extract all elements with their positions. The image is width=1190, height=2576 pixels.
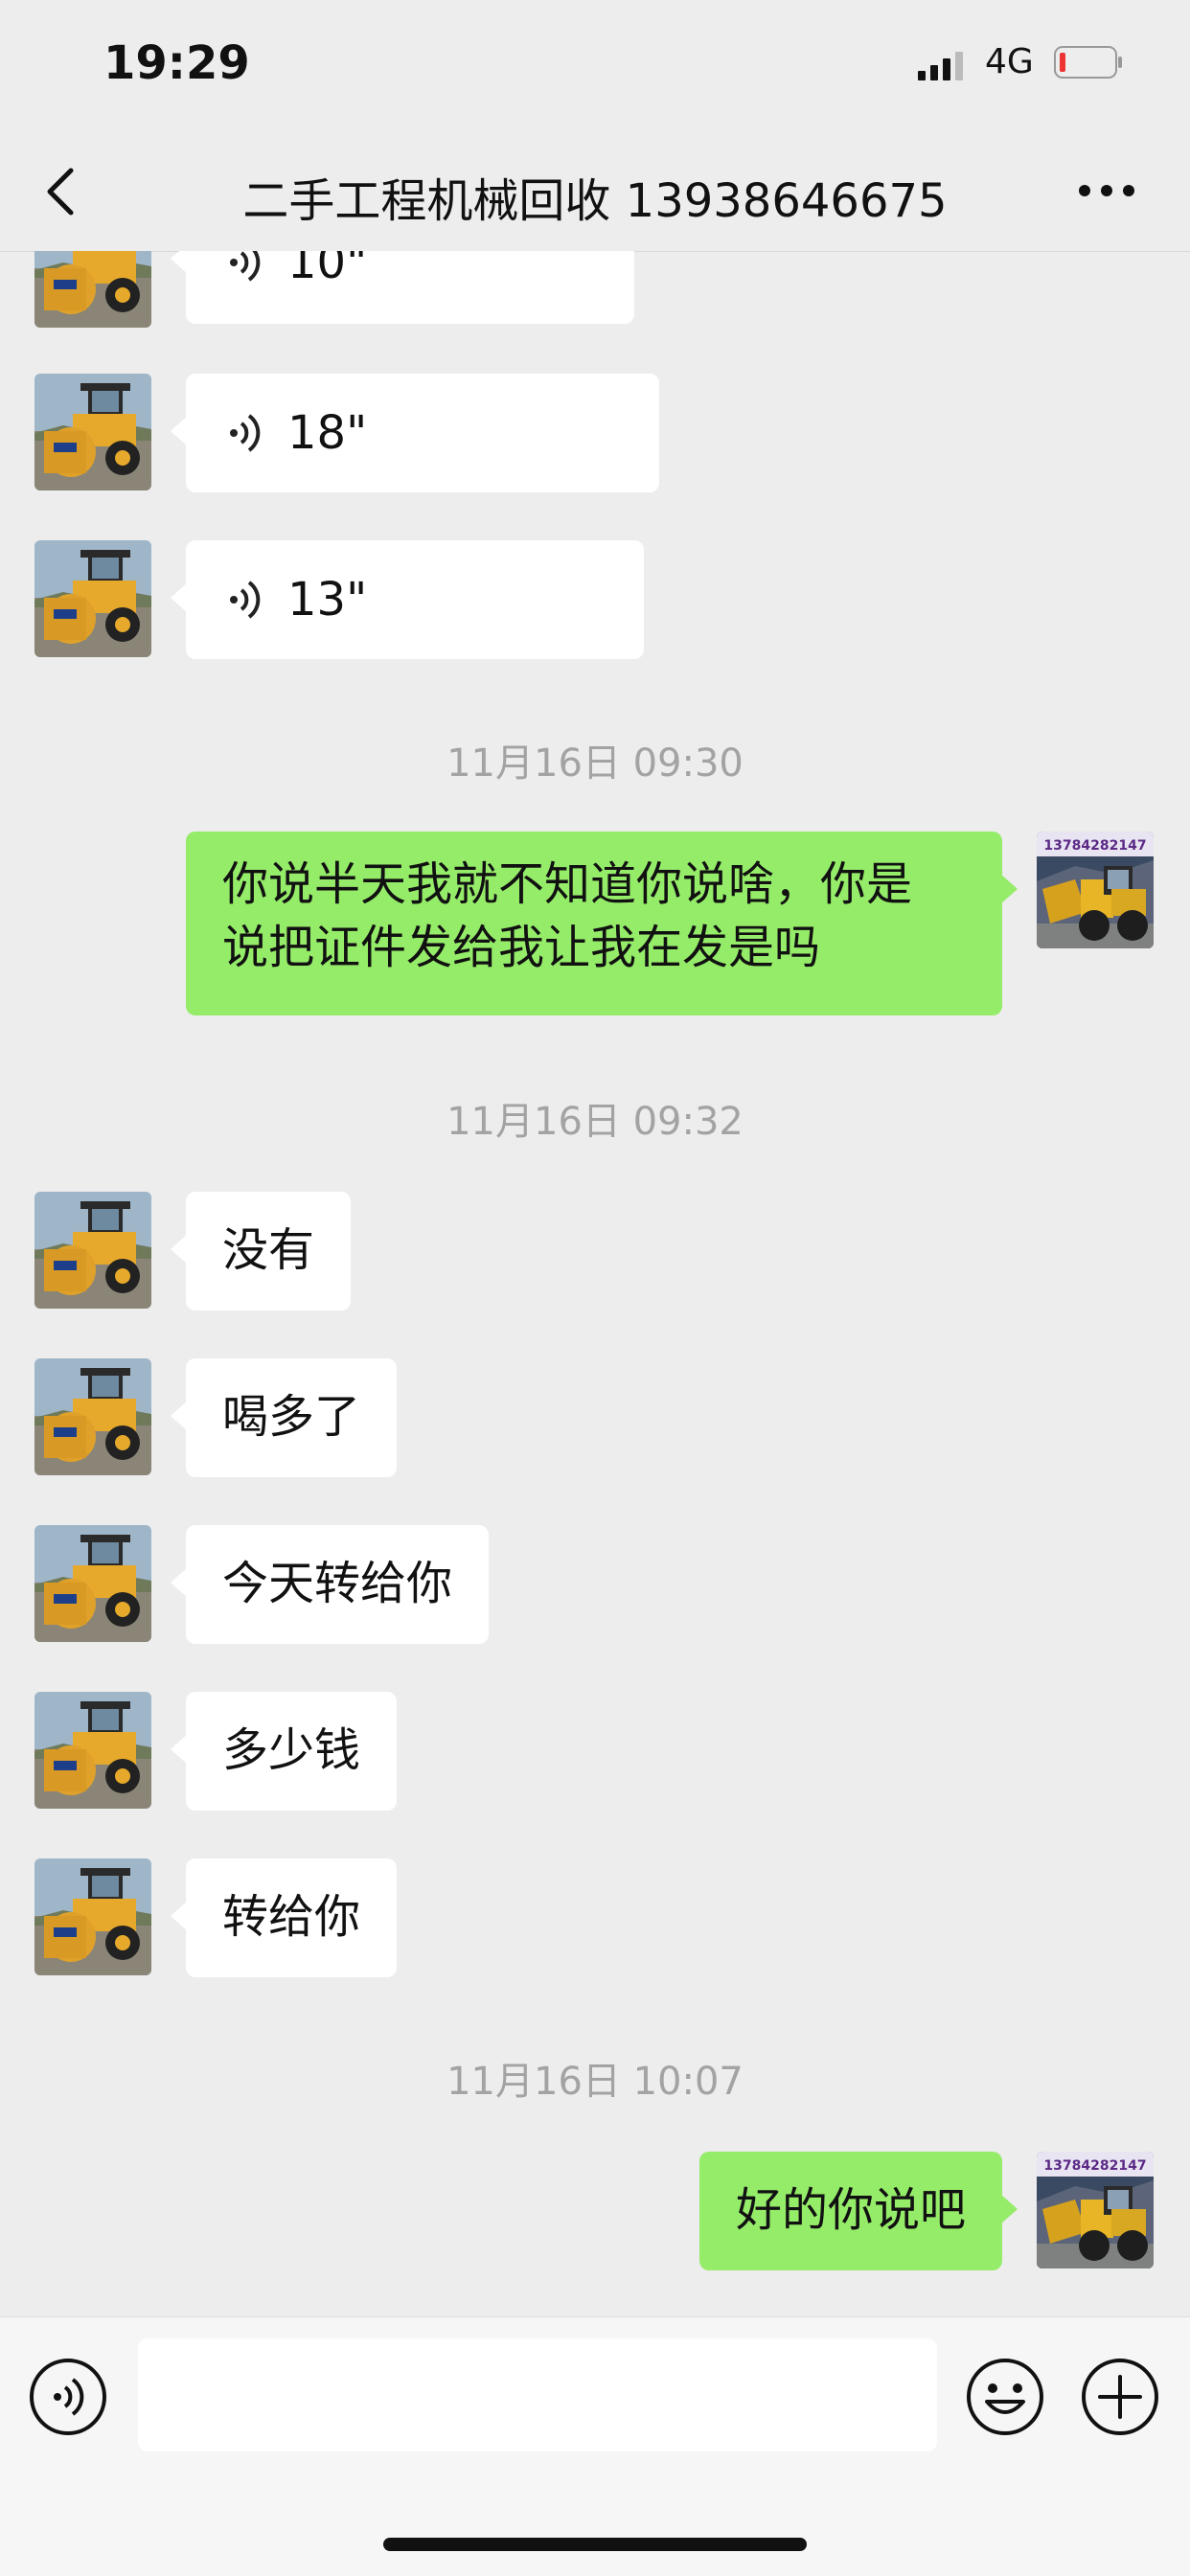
own-avatar-image: 13784282147: [1037, 832, 1154, 948]
contact-avatar[interactable]: [34, 1525, 151, 1642]
voice-wave-icon: [226, 251, 264, 285]
message-text-line: 说把证件发给我让我在发是吗: [222, 921, 821, 974]
message-list[interactable]: 10" 18" 13" 11月16日 09:30 你说半天我就不知道你说啥，你是…: [0, 251, 1190, 2315]
svg-text:13784282147: 13784282147: [1043, 838, 1146, 854]
ellipsis-icon[interactable]: [1077, 176, 1136, 205]
timestamp: 11月16日 09:32: [446, 1100, 744, 1144]
own-avatar[interactable]: 13784282147: [1037, 832, 1154, 948]
voice-wave-icon: [226, 577, 264, 623]
timestamp: 11月16日 10:07: [446, 2060, 744, 2104]
input-bar: [0, 2316, 1190, 2576]
outgoing-message[interactable]: 好的你说吧: [698, 2152, 1018, 2270]
incoming-message[interactable]: 转给你: [170, 1858, 398, 1977]
incoming-message[interactable]: 今天转给你: [170, 1525, 490, 1644]
voice-duration: 18": [287, 406, 368, 460]
svg-text:13784282147: 13784282147: [1043, 2158, 1146, 2174]
voice-message[interactable]: 18": [171, 374, 659, 492]
message-text-line: 你说半天我就不知道你说啥，你是: [222, 857, 913, 911]
outgoing-message[interactable]: 你说半天我就不知道你说啥，你是 说把证件发给我让我在发是吗: [186, 832, 1018, 1015]
contact-avatar[interactable]: [34, 1692, 151, 1809]
timestamp: 11月16日 09:30: [446, 741, 744, 786]
message-input[interactable]: [138, 2338, 937, 2451]
own-avatar-image: 13784282147: [1037, 2152, 1154, 2268]
network-type: 4G: [985, 42, 1034, 81]
contact-avatar[interactable]: [34, 1358, 151, 1475]
voice-message[interactable]: 10": [171, 251, 634, 324]
voice-wave-icon: [226, 410, 264, 456]
voice-message[interactable]: 13": [171, 540, 644, 659]
incoming-message[interactable]: 喝多了: [170, 1358, 398, 1477]
contact-avatar[interactable]: [34, 251, 151, 328]
incoming-message[interactable]: 多少钱: [170, 1692, 398, 1811]
battery-icon: [1054, 46, 1122, 79]
voice-duration: 13": [287, 573, 368, 627]
contact-avatar[interactable]: [34, 540, 151, 657]
emoji-icon[interactable]: [966, 2358, 1044, 2436]
home-indicator: [383, 2538, 807, 2551]
contact-avatar[interactable]: [34, 1192, 151, 1309]
incoming-message[interactable]: 没有: [170, 1192, 352, 1311]
status-time: 19:29: [103, 36, 250, 90]
contact-avatar[interactable]: [34, 1858, 151, 1975]
voice-icon[interactable]: [29, 2358, 107, 2436]
contact-avatar[interactable]: [34, 374, 151, 490]
voice-duration: 10": [287, 251, 368, 289]
plus-icon[interactable]: [1081, 2358, 1159, 2436]
signal-icon: [918, 52, 963, 80]
own-avatar[interactable]: 13784282147: [1037, 2152, 1154, 2268]
chat-header: 二手工程机械回收 13938646675: [0, 134, 1190, 252]
status-bar: 19:29 4G: [0, 0, 1190, 134]
chat-title: 二手工程机械回收 13938646675: [242, 174, 948, 228]
